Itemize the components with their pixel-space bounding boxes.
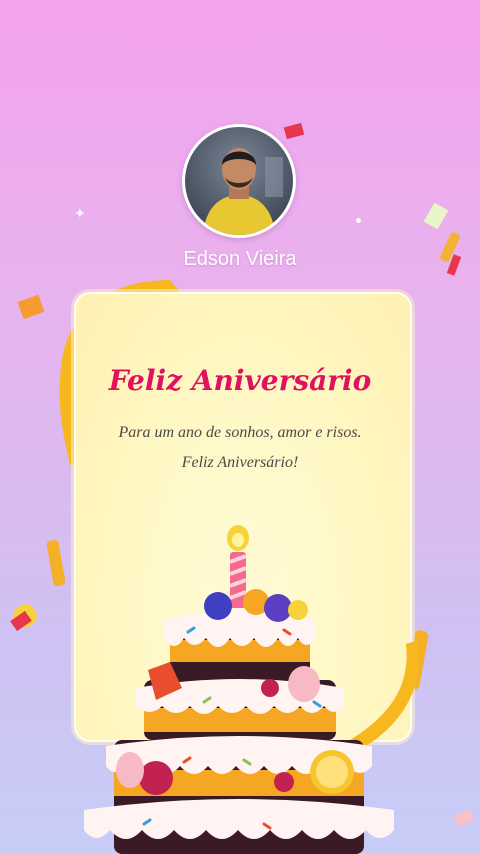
confetti-piece [423, 202, 449, 230]
confetti-dot [356, 218, 361, 223]
confetti-piece [46, 539, 66, 587]
profile-name: Edson Vieira [183, 248, 297, 270]
avatar-photo [185, 127, 293, 235]
card-message-closing: Feliz Aniversário! [181, 454, 299, 471]
confetti-piece [283, 122, 305, 140]
birthday-cake-icon [84, 525, 394, 854]
profile-avatar[interactable] [182, 124, 296, 238]
card-title: Feliz Aniversário [108, 364, 372, 397]
card-message: Para um ano de sonhos, amor e risos. [118, 424, 362, 441]
confetti-piece [453, 808, 475, 828]
person-silhouette-icon [203, 148, 283, 235]
sparkle-icon: ✦ [74, 206, 86, 222]
